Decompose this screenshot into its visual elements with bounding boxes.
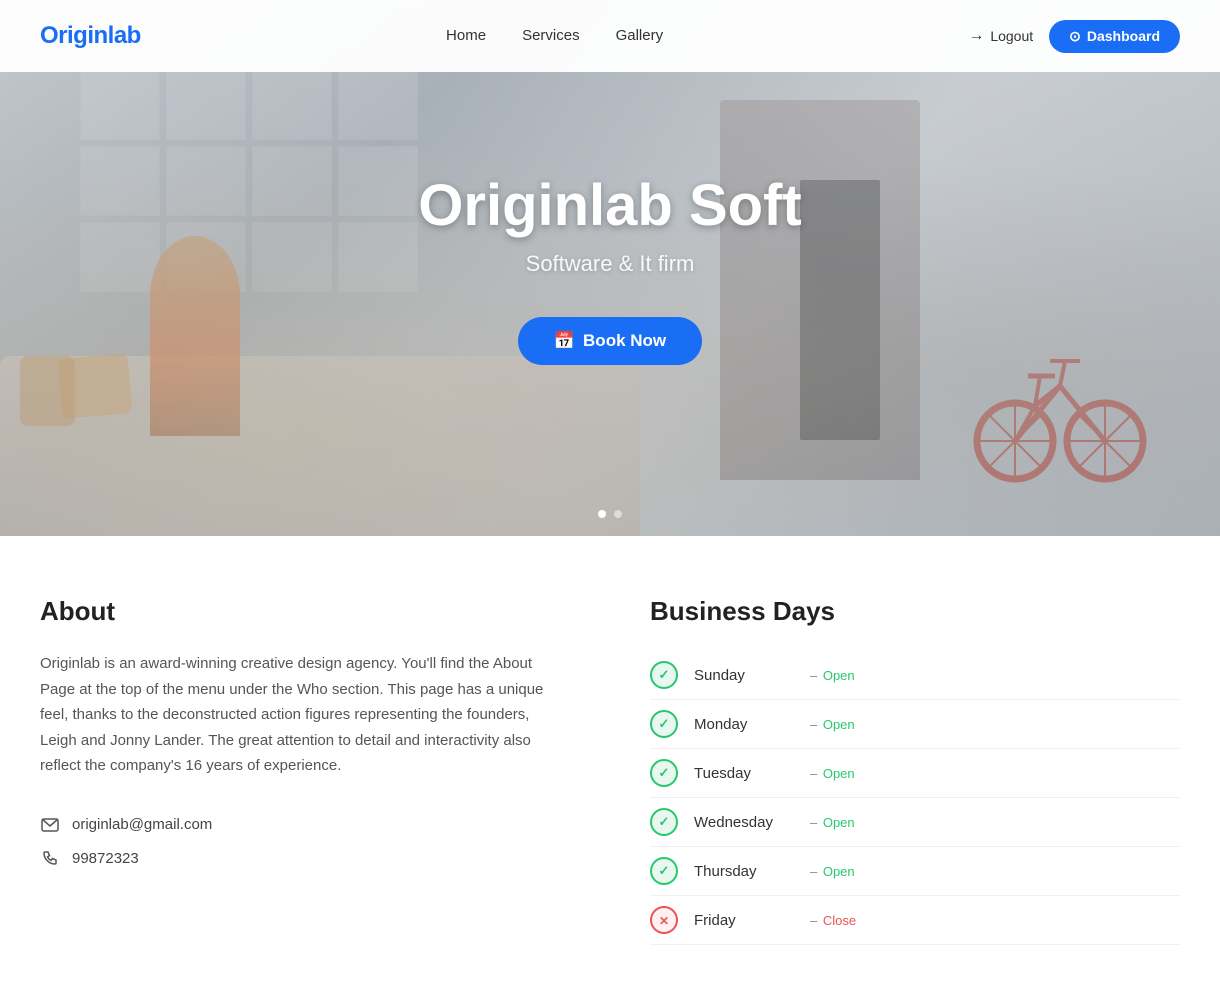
- business-days-title: Business Days: [650, 596, 1180, 627]
- email-contact: originlab@gmail.com: [40, 815, 570, 835]
- phone-icon: [40, 849, 60, 869]
- check-icon: [659, 863, 670, 879]
- dashboard-icon: [1069, 28, 1081, 45]
- status-badge: [650, 906, 678, 934]
- business-day-item: Tuesday – Open: [650, 749, 1180, 798]
- status-text: – Open: [810, 815, 855, 830]
- status-badge: [650, 710, 678, 738]
- hero-title: Originlab Soft: [418, 172, 801, 239]
- business-days-section: Business Days Sunday – Open Monday – Ope…: [650, 596, 1180, 945]
- nav-menu: Home Services Gallery: [446, 27, 663, 45]
- nav-gallery[interactable]: Gallery: [616, 27, 664, 44]
- day-name: Sunday: [694, 667, 794, 684]
- main-content: About Originlab is an award-winning crea…: [0, 536, 1220, 985]
- check-icon: [659, 765, 670, 781]
- status-text: – Open: [810, 864, 855, 879]
- day-name: Wednesday: [694, 814, 794, 831]
- navbar: Originlab Home Services Gallery Logout D…: [0, 0, 1220, 72]
- status-badge: [650, 808, 678, 836]
- day-name: Tuesday: [694, 765, 794, 782]
- status-text: – Close: [810, 913, 856, 928]
- dashboard-button[interactable]: Dashboard: [1049, 20, 1180, 53]
- hero-section: Originlab Soft Software & It firm 📅 Book…: [0, 0, 1220, 536]
- logout-button[interactable]: Logout: [968, 27, 1033, 45]
- phone-contact: 99872323: [40, 849, 570, 869]
- about-title: About: [40, 596, 570, 627]
- check-icon: [659, 667, 670, 683]
- day-name: Monday: [694, 716, 794, 733]
- nav-services[interactable]: Services: [522, 27, 580, 44]
- business-days-list: Sunday – Open Monday – Open Tuesday – Op…: [650, 651, 1180, 945]
- logo[interactable]: Originlab: [40, 22, 141, 50]
- day-name: Thursday: [694, 863, 794, 880]
- check-icon: [659, 716, 670, 732]
- business-day-item: Friday – Close: [650, 896, 1180, 945]
- nav-home[interactable]: Home: [446, 27, 486, 44]
- email-value: originlab@gmail.com: [72, 816, 212, 833]
- hero-subtitle: Software & It firm: [418, 251, 801, 277]
- business-day-item: Sunday – Open: [650, 651, 1180, 700]
- logout-icon: [968, 27, 984, 45]
- hero-content: Originlab Soft Software & It firm 📅 Book…: [418, 172, 801, 365]
- business-day-item: Monday – Open: [650, 700, 1180, 749]
- status-text: – Open: [810, 668, 855, 683]
- phone-value: 99872323: [72, 850, 139, 867]
- status-badge: [650, 857, 678, 885]
- status-badge: [650, 661, 678, 689]
- about-body: Originlab is an award-winning creative d…: [40, 651, 570, 779]
- hero-dots: [598, 510, 622, 518]
- email-icon: [40, 815, 60, 835]
- business-day-item: Wednesday – Open: [650, 798, 1180, 847]
- navbar-actions: Logout Dashboard: [968, 20, 1180, 53]
- status-text: – Open: [810, 766, 855, 781]
- about-section: About Originlab is an award-winning crea…: [40, 596, 570, 945]
- hero-dot-1[interactable]: [598, 510, 606, 518]
- hero-dot-2[interactable]: [614, 510, 622, 518]
- calendar-icon: 📅: [554, 331, 575, 351]
- x-icon: [659, 913, 669, 928]
- check-icon: [659, 814, 670, 830]
- business-day-item: Thursday – Open: [650, 847, 1180, 896]
- day-name: Friday: [694, 912, 794, 929]
- status-badge: [650, 759, 678, 787]
- status-text: – Open: [810, 717, 855, 732]
- book-now-button[interactable]: 📅 Book Now: [518, 317, 702, 365]
